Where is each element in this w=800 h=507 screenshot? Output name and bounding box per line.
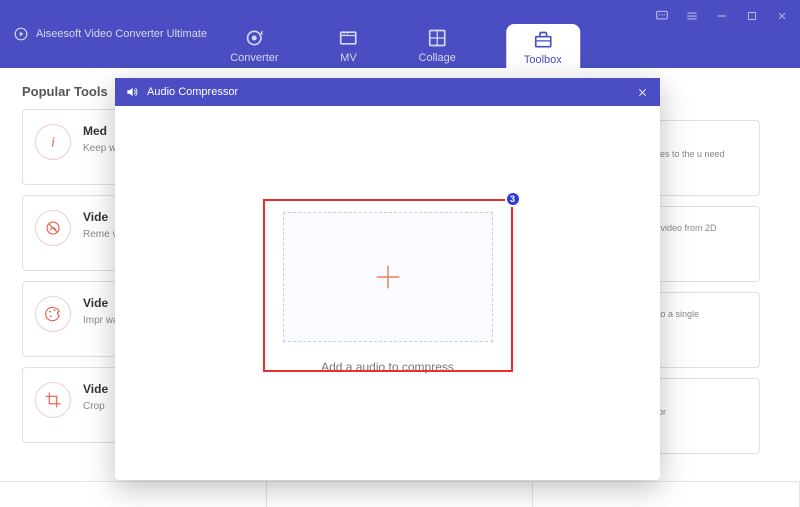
tab-label: Collage [419,52,456,64]
svg-text:i: i [51,135,55,150]
modal-close-button[interactable] [634,84,650,100]
collage-icon [427,28,447,48]
plus-icon [371,260,405,294]
minimize-button[interactable] [714,8,730,24]
tab-converter[interactable]: Converter [220,24,288,72]
tab-label: Toolbox [524,54,562,66]
maximize-button[interactable] [744,8,760,24]
dropzone-caption: Add a audio to compress [321,360,454,374]
tab-toolbox[interactable]: Toolbox [506,24,580,72]
tool-title: Vide [83,382,108,396]
mv-icon [339,28,359,48]
audio-compressor-modal: Audio Compressor 3 Add a audio to compre… [115,78,660,480]
tab-mv[interactable]: MV [329,24,369,72]
main-tabs: Converter MV Collage Toolbox [220,24,580,72]
add-audio-dropzone[interactable] [283,212,493,342]
step-badge: 3 [505,191,521,207]
speaker-icon [125,85,139,99]
feedback-button[interactable] [654,8,670,24]
info-icon: i [44,133,62,151]
tool-desc: Crop [83,400,108,413]
close-button[interactable] [774,8,790,24]
menu-button[interactable] [684,8,700,24]
app-logo-icon [14,27,28,41]
app-title: Aiseesoft Video Converter Ultimate [36,28,207,40]
palette-icon [44,305,62,323]
toolbox-icon [533,30,553,50]
bottom-strip [0,481,800,507]
modal-title: Audio Compressor [147,86,238,98]
crop-icon [44,391,62,409]
watermark-icon [44,219,62,237]
converter-icon [244,28,264,48]
tab-collage[interactable]: Collage [409,24,466,72]
modal-header: Audio Compressor [115,78,660,106]
tab-label: Converter [230,52,278,64]
tab-label: MV [340,52,357,64]
